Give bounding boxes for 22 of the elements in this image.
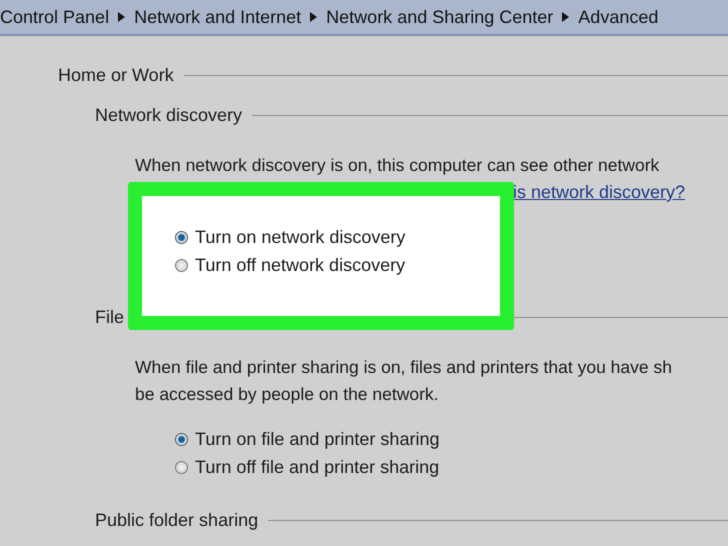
radio-button[interactable]: [175, 432, 188, 446]
group-heading: File: [95, 307, 124, 328]
breadcrumb-link[interactable]: Advanced: [578, 6, 658, 28]
radio-label[interactable]: Turn on file and printer sharing: [195, 428, 440, 450]
radio-label[interactable]: Turn off network discovery: [195, 254, 406, 276]
breadcrumb-link[interactable]: Network and Sharing Center: [326, 6, 554, 28]
radio-button[interactable]: [175, 460, 188, 474]
radio-button[interactable]: [175, 230, 188, 244]
help-link[interactable]: is network discovery?: [513, 179, 728, 206]
breadcrumb-arrow-icon[interactable]: [118, 12, 126, 22]
group-heading: Network discovery: [95, 105, 242, 126]
radio-label[interactable]: Turn off file and printer sharing: [195, 456, 440, 478]
radio-label[interactable]: Turn on network discovery: [195, 226, 406, 248]
radio-button[interactable]: [175, 258, 188, 272]
breadcrumb-arrow-icon[interactable]: [310, 12, 318, 22]
group-heading: Public folder sharing: [95, 510, 258, 531]
breadcrumb-link[interactable]: Network and Internet: [134, 6, 302, 28]
description-text: When file and printer sharing is on, files and printers that you have sh be accessed by people on the network.: [134, 356, 673, 406]
breadcrumb-link[interactable]: Control Panel: [0, 6, 110, 28]
description-text: When network discovery is on, this computer can see other network: [134, 154, 660, 177]
section-heading: Home or Work: [58, 65, 174, 86]
breadcrumb-arrow-icon[interactable]: [562, 12, 570, 22]
